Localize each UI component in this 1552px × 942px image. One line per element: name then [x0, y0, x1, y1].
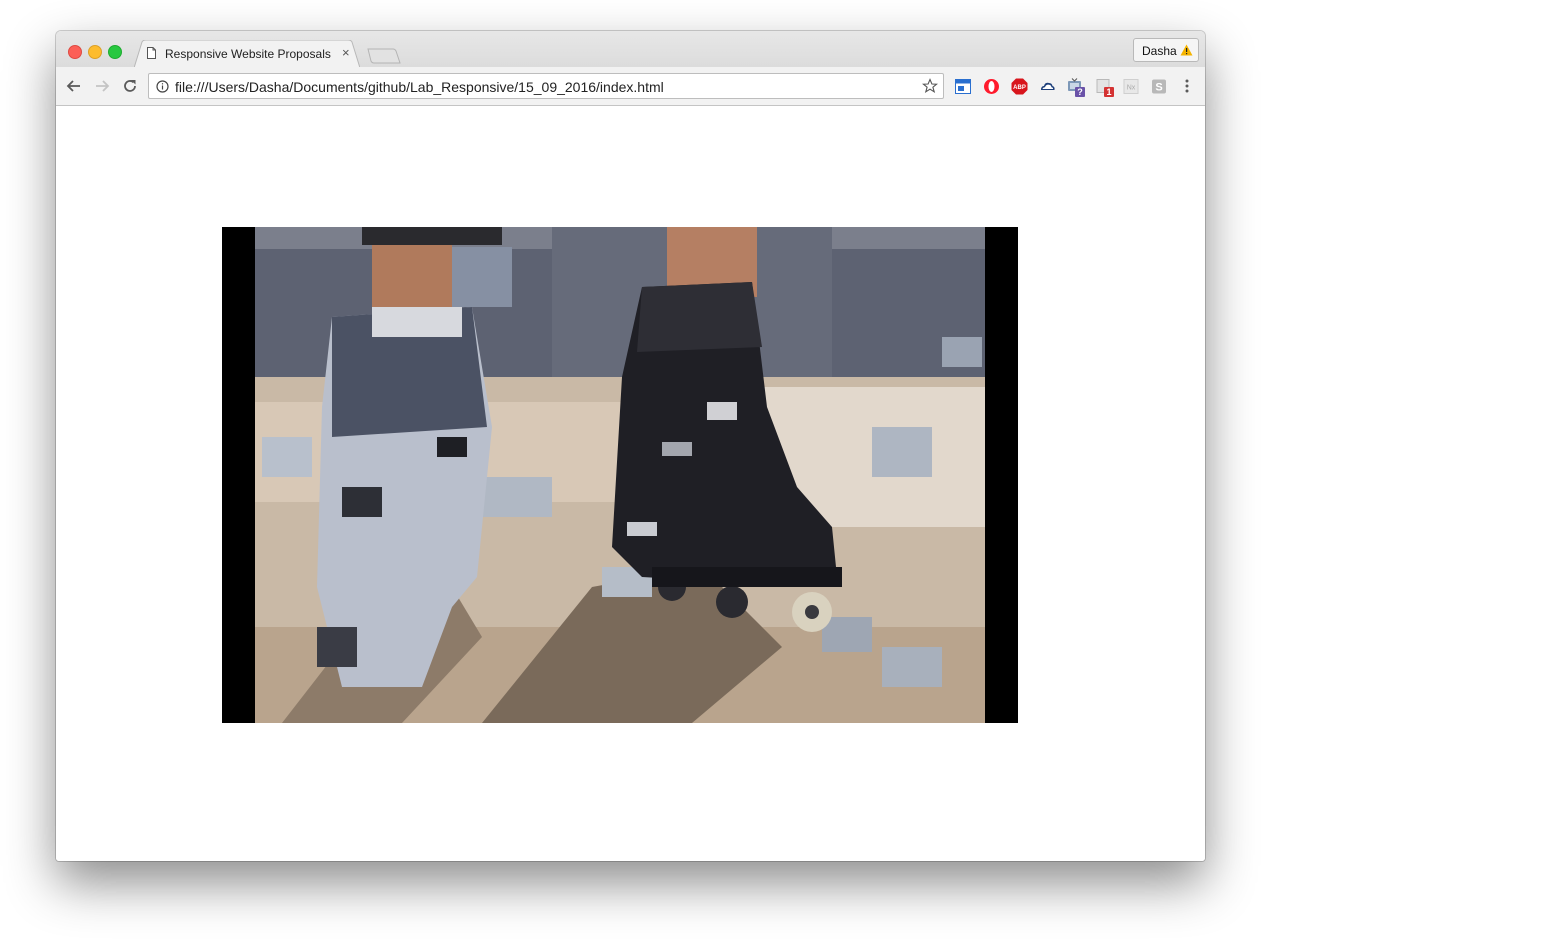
profile-name: Dasha: [1142, 44, 1177, 58]
page-file-icon: [147, 47, 156, 59]
warning-icon: [1180, 44, 1193, 56]
s-icon: S: [1152, 79, 1166, 94]
bookmark-star-icon[interactable]: [922, 78, 938, 94]
tab-manager-extension-icon[interactable]: [955, 78, 972, 95]
forward-arrow-icon[interactable]: [93, 77, 111, 95]
address-bar[interactable]: file:///Users/Dasha/Documents/github/Lab…: [148, 73, 944, 99]
nx-icon: Nx: [1123, 79, 1139, 94]
notes-extension-icon[interactable]: 1: [1095, 78, 1114, 97]
s-label: S: [1155, 82, 1162, 94]
tab-strip: Responsive Website Proposals × Dasha: [56, 31, 1205, 68]
new-tab-button[interactable]: [367, 48, 401, 64]
profile-button[interactable]: Dasha: [1133, 38, 1199, 62]
nx-extension-icon[interactable]: Nx: [1123, 78, 1140, 95]
page-content: [56, 106, 1205, 861]
browser-window: Responsive Website Proposals × Dasha fil…: [56, 31, 1205, 861]
back-arrow-icon[interactable]: [65, 77, 83, 95]
cloud-extension-icon[interactable]: [1039, 78, 1056, 95]
window-close-button[interactable]: [68, 45, 82, 59]
window-minimize-button[interactable]: [88, 45, 102, 59]
abp-label: ABP: [1013, 85, 1026, 91]
opera-icon: [984, 79, 999, 94]
more-menu-icon[interactable]: [1180, 78, 1194, 94]
opera-extension-icon[interactable]: [983, 78, 1000, 95]
adblock-plus-icon: ABP: [1011, 78, 1028, 95]
tab-title: Responsive Website Proposals: [165, 47, 331, 61]
s-extension-icon[interactable]: S: [1151, 78, 1168, 95]
tv-badge: ?: [1075, 87, 1085, 97]
tab-manager-icon: [955, 79, 971, 94]
adblock-plus-extension-icon[interactable]: ABP: [1011, 78, 1028, 95]
tab-close-icon[interactable]: ×: [342, 46, 350, 60]
reload-icon[interactable]: [121, 77, 139, 95]
video-frame-inline-skates: [222, 227, 1018, 723]
tv-extension-icon[interactable]: ?: [1067, 78, 1085, 97]
tab-active[interactable]: Responsive Website Proposals ×: [134, 40, 360, 68]
video-player[interactable]: [222, 227, 1018, 723]
browser-toolbar: file:///Users/Dasha/Documents/github/Lab…: [56, 67, 1205, 106]
cloud-icon: [1041, 82, 1055, 90]
notes-badge: 1: [1104, 87, 1114, 97]
info-icon[interactable]: [156, 80, 169, 93]
nx-label: Nx: [1127, 85, 1136, 92]
window-maximize-button[interactable]: [108, 45, 122, 59]
url-text: file:///Users/Dasha/Documents/github/Lab…: [175, 79, 664, 95]
